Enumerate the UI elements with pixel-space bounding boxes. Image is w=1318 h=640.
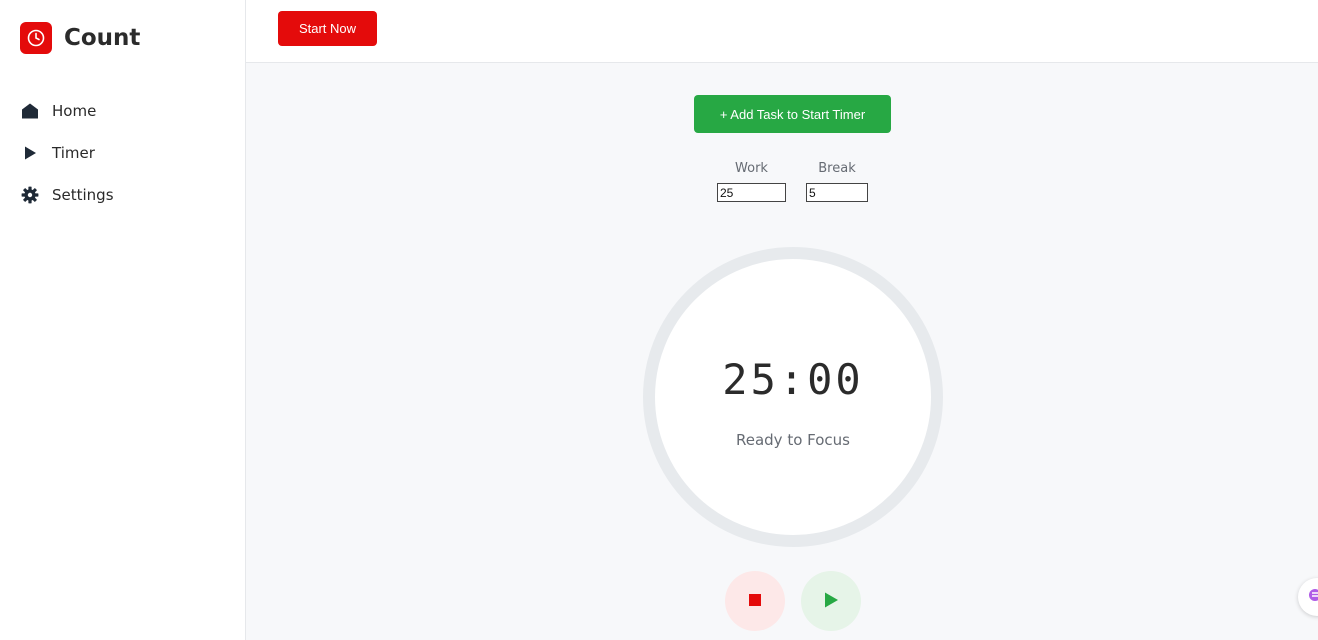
time-display: 25:00	[722, 355, 864, 404]
app-name: Count	[64, 25, 141, 51]
stop-icon	[748, 593, 762, 610]
clock-icon	[20, 22, 52, 54]
break-duration-input[interactable]	[806, 183, 868, 202]
sidebar-item-label: Timer	[52, 144, 95, 162]
timer-panel: + Add Task to Start Timer Work Break 25:…	[246, 63, 1318, 640]
sidebar-item-label: Settings	[52, 186, 114, 204]
sidebar-item-settings[interactable]: Settings	[20, 174, 230, 216]
timer-ring: 25:00 Ready to Focus	[643, 247, 943, 547]
stop-button[interactable]	[725, 571, 785, 631]
sidebar-item-timer[interactable]: Timer	[20, 132, 230, 174]
work-duration-input[interactable]	[717, 183, 786, 202]
assistant-icon	[1308, 587, 1318, 608]
play-button[interactable]	[801, 571, 861, 631]
top-bar: Start Now	[246, 0, 1318, 63]
gear-icon	[20, 185, 40, 205]
work-label: Work	[735, 161, 768, 176]
sidebar-nav: Home Timer Settings	[20, 90, 230, 216]
timer-status: Ready to Focus	[735, 431, 850, 449]
play-icon	[20, 143, 40, 163]
start-now-button[interactable]: Start Now	[278, 11, 377, 46]
home-icon	[20, 101, 40, 121]
add-task-button[interactable]: + Add Task to Start Timer	[694, 95, 891, 133]
work-duration-field: Work	[717, 159, 786, 202]
sidebar-item-label: Home	[52, 102, 97, 120]
brand[interactable]: Count	[20, 22, 140, 54]
break-label: Break	[818, 161, 856, 176]
sidebar-item-home[interactable]: Home	[20, 90, 230, 132]
break-duration-field: Break	[806, 159, 868, 202]
play-icon	[822, 591, 840, 612]
sidebar: Count Home Timer Settings	[0, 0, 246, 640]
